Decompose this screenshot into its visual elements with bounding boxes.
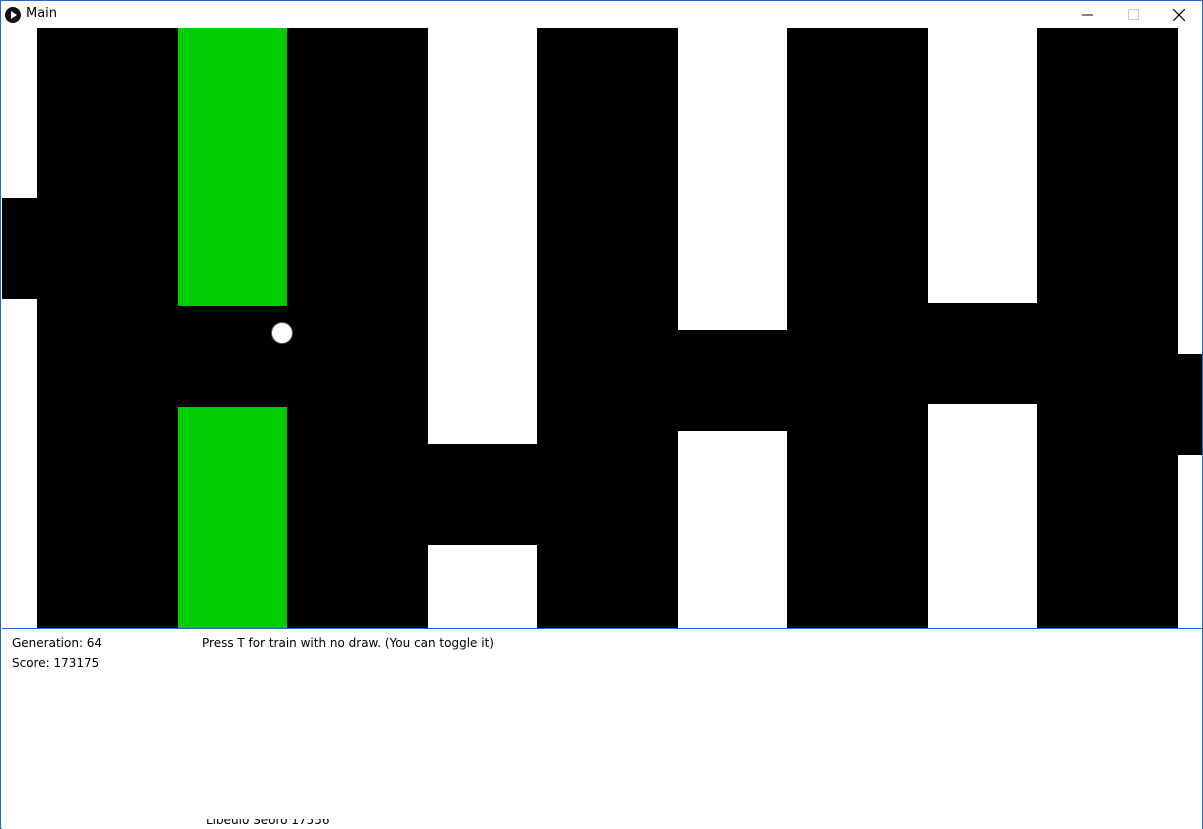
minimize-icon — [1082, 14, 1093, 16]
title-bar[interactable]: Main — [1, 1, 1202, 28]
pipe-top — [928, 28, 1037, 303]
active-pipe-top — [178, 28, 287, 306]
window-title: Main — [26, 6, 58, 21]
instruction-text: Press T for train with no draw. (You can… — [202, 636, 494, 650]
bird-player — [271, 322, 293, 344]
app-window: Main Generation: 64 Score: 173175 Press … — [0, 0, 1203, 829]
play-circle-icon — [5, 7, 21, 23]
clipped-label: Libeulo Seoro 17556 — [206, 819, 330, 827]
minimize-button[interactable] — [1065, 1, 1111, 28]
pipe-top — [2, 28, 37, 198]
close-button[interactable] — [1156, 1, 1202, 28]
maximize-icon — [1128, 9, 1139, 20]
generation-label: Generation: 64 — [12, 636, 103, 650]
status-panel: Generation: 64 Score: 173175 Press T for… — [2, 628, 1202, 829]
pipe-top — [428, 28, 537, 444]
pipe-top — [678, 28, 787, 330]
close-icon — [1173, 9, 1185, 21]
score-label: Score: 173175 — [12, 656, 100, 670]
maximize-button[interactable] — [1111, 1, 1157, 28]
active-pipe-bottom — [178, 407, 287, 628]
pipe-bottom — [1178, 455, 1202, 628]
pipe-top — [1178, 28, 1202, 354]
game-canvas[interactable] — [2, 28, 1202, 628]
pipe-bottom — [2, 299, 37, 628]
pipe-bottom — [928, 404, 1037, 628]
pipe-bottom — [428, 545, 537, 628]
pipe-bottom — [678, 431, 787, 628]
